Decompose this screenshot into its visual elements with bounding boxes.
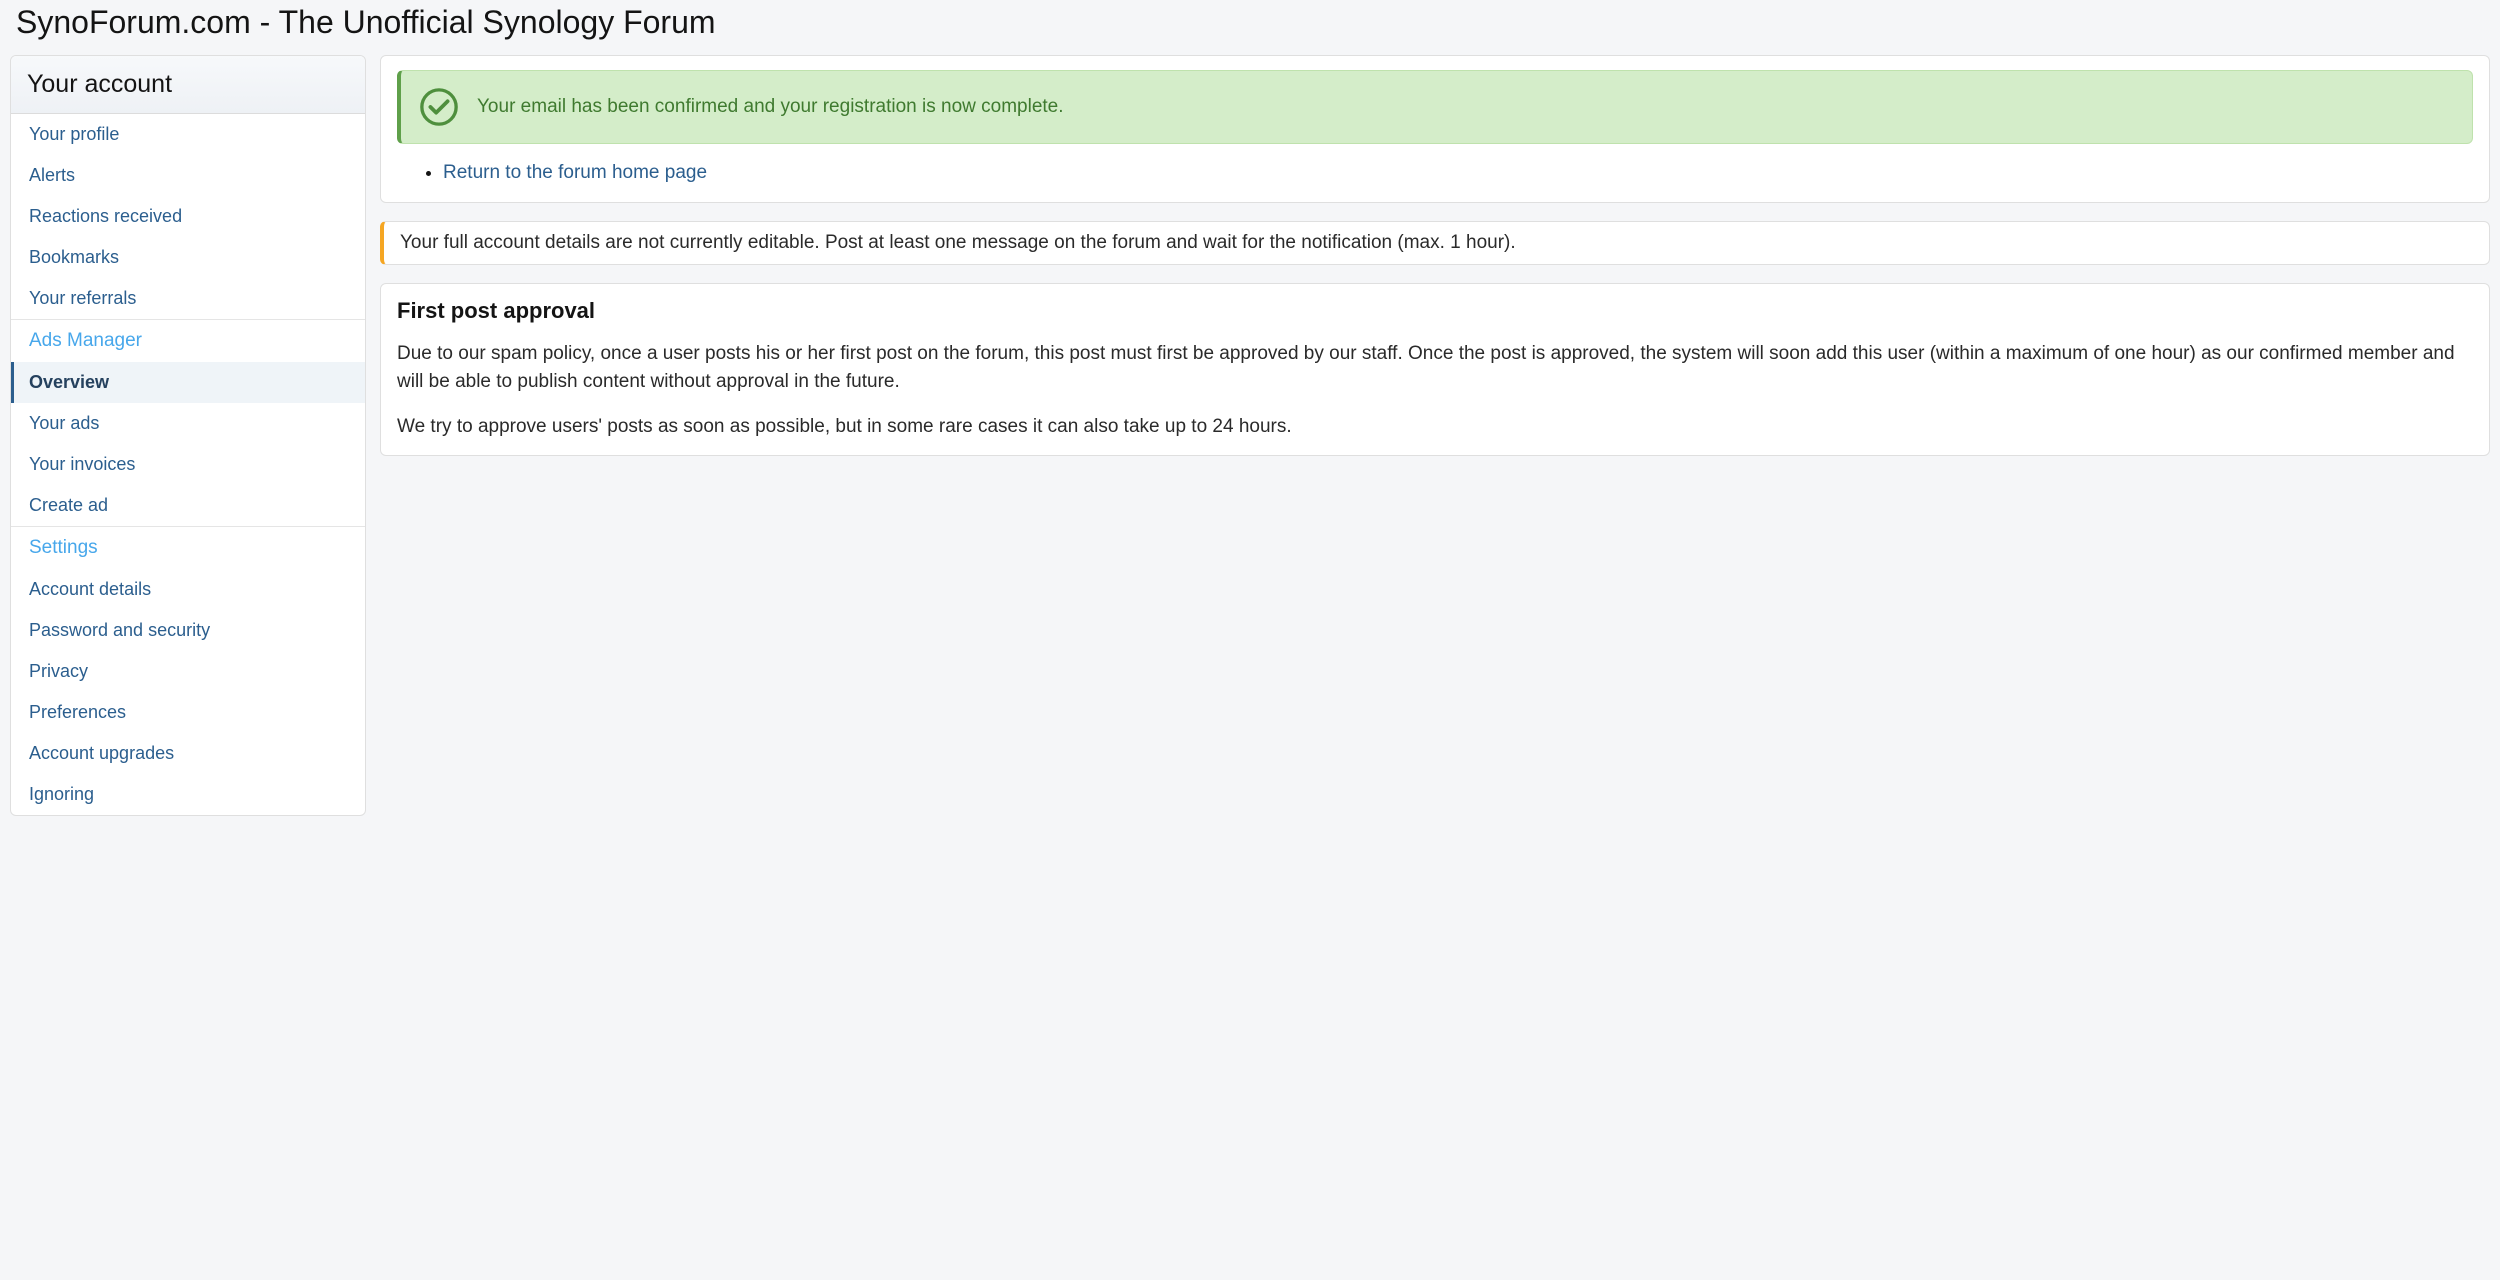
main-content: Your email has been confirmed and your r… xyxy=(380,55,2490,456)
approval-paragraph-1: Due to our spam policy, once a user post… xyxy=(397,340,2473,395)
page-title: SynoForum.com - The Unofficial Synology … xyxy=(0,0,2500,55)
confirmation-panel: Your email has been confirmed and your r… xyxy=(380,55,2490,203)
sidebar-section-ads-manager[interactable]: Ads Manager xyxy=(11,320,365,362)
sidebar-item-your-profile[interactable]: Your profile xyxy=(11,114,365,155)
sidebar-title: Your account xyxy=(11,56,365,114)
sidebar-item-privacy[interactable]: Privacy xyxy=(11,651,365,692)
sidebar-item-password-and-security[interactable]: Password and security xyxy=(11,610,365,651)
account-notice-panel: Your full account details are not curren… xyxy=(380,221,2490,265)
sidebar-section-settings[interactable]: Settings xyxy=(11,527,365,569)
sidebar-item-account-upgrades[interactable]: Account upgrades xyxy=(11,733,365,774)
return-link-list: Return to the forum home page xyxy=(397,162,2473,184)
sidebar-group-settings: Account detailsPassword and securityPriv… xyxy=(11,569,365,815)
sidebar-item-create-ad[interactable]: Create ad xyxy=(11,485,365,527)
sidebar-item-ignoring[interactable]: Ignoring xyxy=(11,774,365,815)
list-item: Return to the forum home page xyxy=(443,162,2473,184)
sidebar-group-ads: OverviewYour adsYour invoicesCreate ad xyxy=(11,362,365,527)
success-alert: Your email has been confirmed and your r… xyxy=(397,70,2473,144)
sidebar-group-account: Your profileAlertsReactions receivedBook… xyxy=(11,114,365,320)
sidebar: Your account Your profileAlertsReactions… xyxy=(10,55,366,816)
sidebar-item-overview[interactable]: Overview xyxy=(11,362,365,403)
sidebar-item-your-referrals[interactable]: Your referrals xyxy=(11,278,365,320)
return-home-link[interactable]: Return to the forum home page xyxy=(443,162,707,183)
sidebar-item-preferences[interactable]: Preferences xyxy=(11,692,365,733)
sidebar-item-reactions-received[interactable]: Reactions received xyxy=(11,196,365,237)
sidebar-item-your-ads[interactable]: Your ads xyxy=(11,403,365,444)
layout-container: Your account Your profileAlertsReactions… xyxy=(0,55,2500,816)
approval-heading: First post approval xyxy=(397,298,2473,324)
success-message-text: Your email has been confirmed and your r… xyxy=(477,96,1064,118)
sidebar-item-account-details[interactable]: Account details xyxy=(11,569,365,610)
sidebar-item-your-invoices[interactable]: Your invoices xyxy=(11,444,365,485)
sidebar-item-bookmarks[interactable]: Bookmarks xyxy=(11,237,365,278)
approval-paragraph-2: We try to approve users' posts as soon a… xyxy=(397,413,2473,441)
account-notice-text: Your full account details are not curren… xyxy=(400,232,1516,253)
check-circle-icon xyxy=(419,87,459,127)
sidebar-item-alerts[interactable]: Alerts xyxy=(11,155,365,196)
first-post-approval-panel: First post approval Due to our spam poli… xyxy=(380,283,2490,456)
